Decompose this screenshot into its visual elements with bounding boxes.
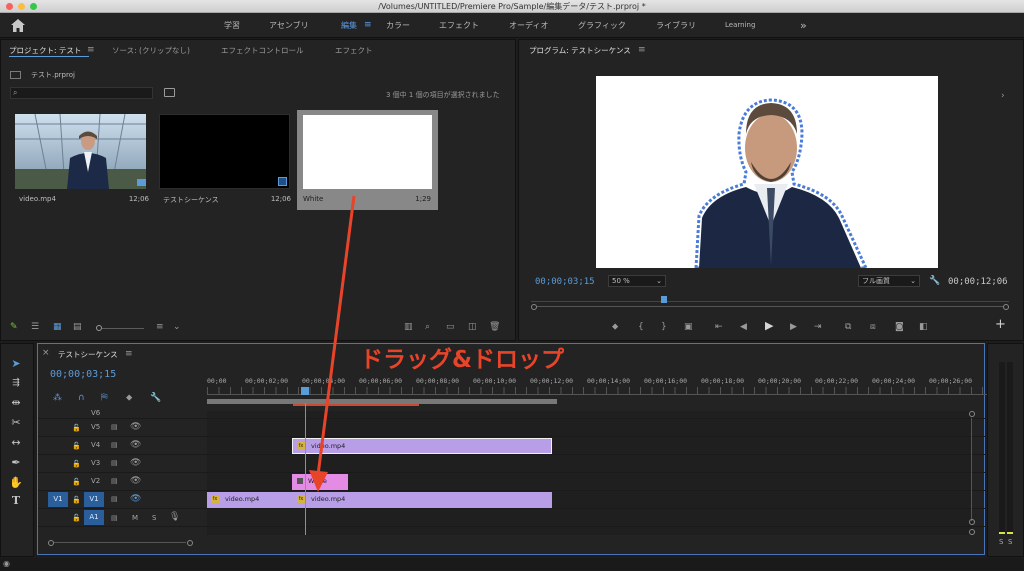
drag-drop-arrow (309, 195, 356, 492)
